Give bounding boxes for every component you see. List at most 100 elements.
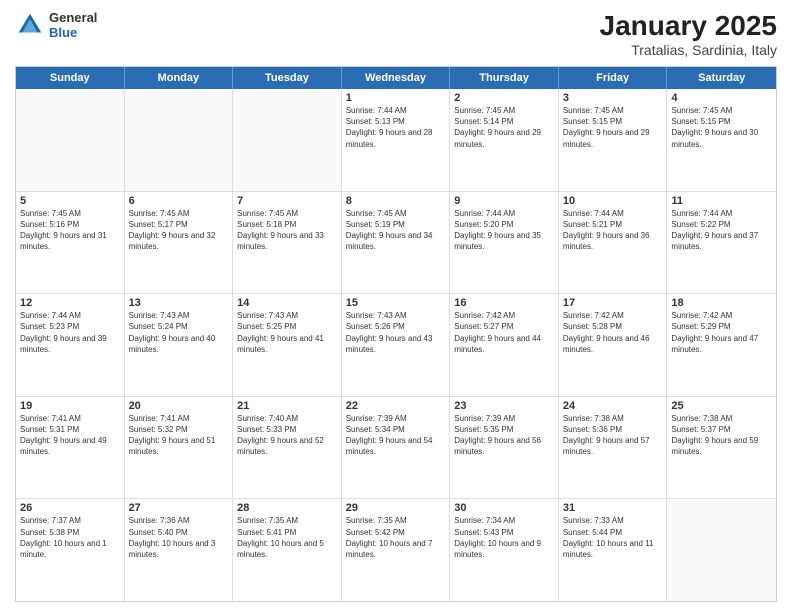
cell-info: Sunrise: 7:35 AMSunset: 5:41 PMDaylight:… bbox=[237, 515, 337, 560]
day-number: 26 bbox=[20, 502, 120, 514]
cell-info: Sunrise: 7:33 AMSunset: 5:44 PMDaylight:… bbox=[563, 515, 663, 560]
day-number: 4 bbox=[671, 92, 772, 104]
cell-info: Sunrise: 7:42 AMSunset: 5:27 PMDaylight:… bbox=[454, 310, 554, 355]
cell-info: Sunrise: 7:42 AMSunset: 5:29 PMDaylight:… bbox=[671, 310, 772, 355]
cell-info: Sunrise: 7:43 AMSunset: 5:24 PMDaylight:… bbox=[129, 310, 229, 355]
cell-info: Sunrise: 7:44 AMSunset: 5:21 PMDaylight:… bbox=[563, 208, 663, 253]
cal-cell-empty-0-2 bbox=[233, 89, 342, 191]
day-number: 30 bbox=[454, 502, 554, 514]
cell-info: Sunrise: 7:45 AMSunset: 5:14 PMDaylight:… bbox=[454, 105, 554, 150]
cal-row-0: 1Sunrise: 7:44 AMSunset: 5:13 PMDaylight… bbox=[16, 89, 776, 192]
day-number: 13 bbox=[129, 297, 229, 309]
cell-info: Sunrise: 7:34 AMSunset: 5:43 PMDaylight:… bbox=[454, 515, 554, 560]
cal-header-wednesday: Wednesday bbox=[342, 67, 451, 89]
cal-cell-14: 14Sunrise: 7:43 AMSunset: 5:25 PMDayligh… bbox=[233, 294, 342, 396]
cal-row-3: 19Sunrise: 7:41 AMSunset: 5:31 PMDayligh… bbox=[16, 397, 776, 500]
day-number: 16 bbox=[454, 297, 554, 309]
page: General Blue January 2025 Tratalias, Sar… bbox=[0, 0, 792, 612]
logo-general: General bbox=[49, 10, 97, 25]
cal-cell-2: 2Sunrise: 7:45 AMSunset: 5:14 PMDaylight… bbox=[450, 89, 559, 191]
cal-cell-31: 31Sunrise: 7:33 AMSunset: 5:44 PMDayligh… bbox=[559, 499, 668, 601]
subtitle: Tratalias, Sardinia, Italy bbox=[600, 42, 777, 58]
cal-cell-15: 15Sunrise: 7:43 AMSunset: 5:26 PMDayligh… bbox=[342, 294, 451, 396]
logo-icon bbox=[15, 10, 45, 40]
cal-cell-18: 18Sunrise: 7:42 AMSunset: 5:29 PMDayligh… bbox=[667, 294, 776, 396]
cal-cell-empty-4-6 bbox=[667, 499, 776, 601]
day-number: 7 bbox=[237, 195, 337, 207]
cell-info: Sunrise: 7:40 AMSunset: 5:33 PMDaylight:… bbox=[237, 413, 337, 458]
logo-blue: Blue bbox=[49, 25, 97, 40]
day-number: 9 bbox=[454, 195, 554, 207]
cell-info: Sunrise: 7:35 AMSunset: 5:42 PMDaylight:… bbox=[346, 515, 446, 560]
cell-info: Sunrise: 7:38 AMSunset: 5:37 PMDaylight:… bbox=[671, 413, 772, 458]
logo: General Blue bbox=[15, 10, 97, 40]
day-number: 5 bbox=[20, 195, 120, 207]
cal-cell-1: 1Sunrise: 7:44 AMSunset: 5:13 PMDaylight… bbox=[342, 89, 451, 191]
cal-cell-13: 13Sunrise: 7:43 AMSunset: 5:24 PMDayligh… bbox=[125, 294, 234, 396]
cell-info: Sunrise: 7:41 AMSunset: 5:32 PMDaylight:… bbox=[129, 413, 229, 458]
day-number: 1 bbox=[346, 92, 446, 104]
cal-cell-25: 25Sunrise: 7:38 AMSunset: 5:37 PMDayligh… bbox=[667, 397, 776, 499]
day-number: 12 bbox=[20, 297, 120, 309]
day-number: 14 bbox=[237, 297, 337, 309]
cal-cell-16: 16Sunrise: 7:42 AMSunset: 5:27 PMDayligh… bbox=[450, 294, 559, 396]
cal-row-4: 26Sunrise: 7:37 AMSunset: 5:38 PMDayligh… bbox=[16, 499, 776, 601]
day-number: 17 bbox=[563, 297, 663, 309]
cell-info: Sunrise: 7:43 AMSunset: 5:25 PMDaylight:… bbox=[237, 310, 337, 355]
cell-info: Sunrise: 7:41 AMSunset: 5:31 PMDaylight:… bbox=[20, 413, 120, 458]
cell-info: Sunrise: 7:44 AMSunset: 5:22 PMDaylight:… bbox=[671, 208, 772, 253]
calendar-header-row: SundayMondayTuesdayWednesdayThursdayFrid… bbox=[16, 67, 776, 89]
cal-cell-4: 4Sunrise: 7:45 AMSunset: 5:15 PMDaylight… bbox=[667, 89, 776, 191]
cell-info: Sunrise: 7:44 AMSunset: 5:13 PMDaylight:… bbox=[346, 105, 446, 150]
cal-header-saturday: Saturday bbox=[667, 67, 776, 89]
calendar-body: 1Sunrise: 7:44 AMSunset: 5:13 PMDaylight… bbox=[16, 89, 776, 601]
day-number: 21 bbox=[237, 400, 337, 412]
cell-info: Sunrise: 7:45 AMSunset: 5:15 PMDaylight:… bbox=[563, 105, 663, 150]
calendar: SundayMondayTuesdayWednesdayThursdayFrid… bbox=[15, 66, 777, 602]
cal-cell-19: 19Sunrise: 7:41 AMSunset: 5:31 PMDayligh… bbox=[16, 397, 125, 499]
day-number: 20 bbox=[129, 400, 229, 412]
cal-cell-28: 28Sunrise: 7:35 AMSunset: 5:41 PMDayligh… bbox=[233, 499, 342, 601]
cal-cell-3: 3Sunrise: 7:45 AMSunset: 5:15 PMDaylight… bbox=[559, 89, 668, 191]
day-number: 24 bbox=[563, 400, 663, 412]
cal-cell-7: 7Sunrise: 7:45 AMSunset: 5:18 PMDaylight… bbox=[233, 192, 342, 294]
main-title: January 2025 bbox=[600, 10, 777, 42]
day-number: 22 bbox=[346, 400, 446, 412]
cell-info: Sunrise: 7:44 AMSunset: 5:20 PMDaylight:… bbox=[454, 208, 554, 253]
day-number: 28 bbox=[237, 502, 337, 514]
cal-header-tuesday: Tuesday bbox=[233, 67, 342, 89]
cal-cell-30: 30Sunrise: 7:34 AMSunset: 5:43 PMDayligh… bbox=[450, 499, 559, 601]
cal-cell-12: 12Sunrise: 7:44 AMSunset: 5:23 PMDayligh… bbox=[16, 294, 125, 396]
cell-info: Sunrise: 7:39 AMSunset: 5:34 PMDaylight:… bbox=[346, 413, 446, 458]
day-number: 11 bbox=[671, 195, 772, 207]
cal-cell-5: 5Sunrise: 7:45 AMSunset: 5:16 PMDaylight… bbox=[16, 192, 125, 294]
day-number: 27 bbox=[129, 502, 229, 514]
day-number: 3 bbox=[563, 92, 663, 104]
cal-cell-empty-0-0 bbox=[16, 89, 125, 191]
cal-cell-9: 9Sunrise: 7:44 AMSunset: 5:20 PMDaylight… bbox=[450, 192, 559, 294]
cell-info: Sunrise: 7:44 AMSunset: 5:23 PMDaylight:… bbox=[20, 310, 120, 355]
cell-info: Sunrise: 7:45 AMSunset: 5:15 PMDaylight:… bbox=[671, 105, 772, 150]
day-number: 8 bbox=[346, 195, 446, 207]
cell-info: Sunrise: 7:37 AMSunset: 5:38 PMDaylight:… bbox=[20, 515, 120, 560]
cell-info: Sunrise: 7:42 AMSunset: 5:28 PMDaylight:… bbox=[563, 310, 663, 355]
cal-cell-21: 21Sunrise: 7:40 AMSunset: 5:33 PMDayligh… bbox=[233, 397, 342, 499]
cal-cell-6: 6Sunrise: 7:45 AMSunset: 5:17 PMDaylight… bbox=[125, 192, 234, 294]
day-number: 2 bbox=[454, 92, 554, 104]
day-number: 19 bbox=[20, 400, 120, 412]
day-number: 29 bbox=[346, 502, 446, 514]
cal-row-1: 5Sunrise: 7:45 AMSunset: 5:16 PMDaylight… bbox=[16, 192, 776, 295]
cell-info: Sunrise: 7:43 AMSunset: 5:26 PMDaylight:… bbox=[346, 310, 446, 355]
title-block: January 2025 Tratalias, Sardinia, Italy bbox=[600, 10, 777, 58]
cal-cell-22: 22Sunrise: 7:39 AMSunset: 5:34 PMDayligh… bbox=[342, 397, 451, 499]
cell-info: Sunrise: 7:39 AMSunset: 5:35 PMDaylight:… bbox=[454, 413, 554, 458]
day-number: 6 bbox=[129, 195, 229, 207]
header: General Blue January 2025 Tratalias, Sar… bbox=[15, 10, 777, 58]
cal-cell-26: 26Sunrise: 7:37 AMSunset: 5:38 PMDayligh… bbox=[16, 499, 125, 601]
logo-text: General Blue bbox=[49, 10, 97, 40]
cell-info: Sunrise: 7:36 AMSunset: 5:40 PMDaylight:… bbox=[129, 515, 229, 560]
cal-cell-empty-0-1 bbox=[125, 89, 234, 191]
cal-cell-17: 17Sunrise: 7:42 AMSunset: 5:28 PMDayligh… bbox=[559, 294, 668, 396]
cal-header-friday: Friday bbox=[559, 67, 668, 89]
cell-info: Sunrise: 7:38 AMSunset: 5:36 PMDaylight:… bbox=[563, 413, 663, 458]
